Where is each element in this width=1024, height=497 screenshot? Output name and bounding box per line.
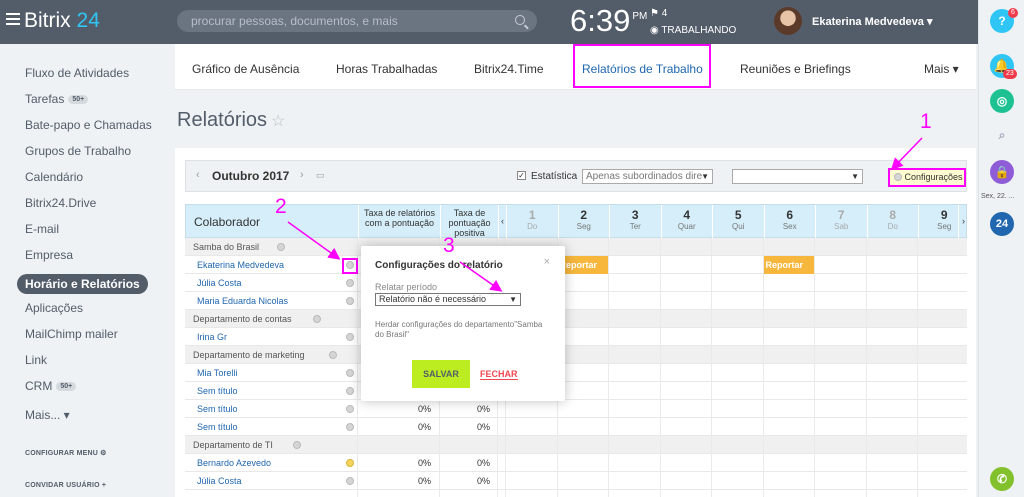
arrow-3 [459, 261, 503, 292]
arrow-1 [890, 137, 923, 171]
annotation-arrows [287, 137, 923, 292]
arrow-2 [287, 221, 341, 260]
